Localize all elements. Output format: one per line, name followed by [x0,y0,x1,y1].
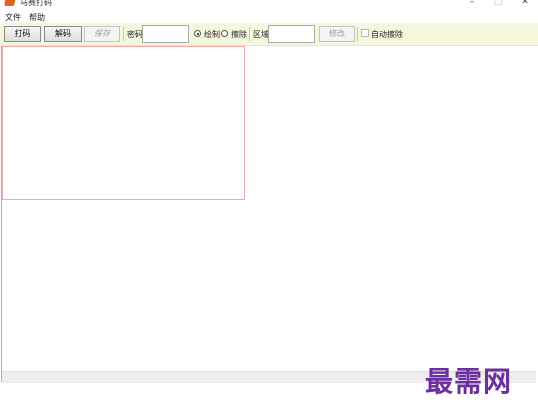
minimize-button[interactable]: – [462,0,482,7]
draw-radio[interactable] [194,30,201,37]
toolbar-separator [357,27,358,41]
region-input[interactable] [268,25,315,43]
toolbar-separator [123,27,124,41]
encode-button[interactable]: 打码 [4,26,41,42]
app-icon [4,0,16,6]
menu-help[interactable]: 帮助 [29,12,45,23]
password-input[interactable] [142,25,189,43]
password-label: 密码 [127,30,143,39]
modify-button[interactable]: 修改 [319,26,355,42]
maximize-button[interactable]: □ [488,0,508,7]
region-label: 区域 [253,30,269,39]
window-title: 马赛打码 [20,0,52,7]
auto-erase-label: 自动擦除 [371,30,403,39]
watermark-logo: 最需网 [425,365,513,398]
menu-bar: 文件 帮助 [0,10,538,23]
toolbar: 打码 解码 保存 密码 绘制 擦除 区域 修改 自动擦除 [0,23,538,46]
menu-file[interactable]: 文件 [5,12,21,23]
close-button[interactable]: ✕ [515,0,535,7]
decode-button[interactable]: 解码 [44,26,82,42]
save-button[interactable]: 保存 [84,26,120,42]
image-canvas[interactable] [2,46,245,200]
auto-erase-checkbox[interactable] [361,29,369,37]
erase-label: 擦除 [231,30,247,39]
draw-label: 绘制 [204,30,220,39]
toolbar-separator [249,27,250,41]
erase-radio[interactable] [221,30,228,37]
title-bar: 马赛打码 – □ ✕ [0,0,538,10]
